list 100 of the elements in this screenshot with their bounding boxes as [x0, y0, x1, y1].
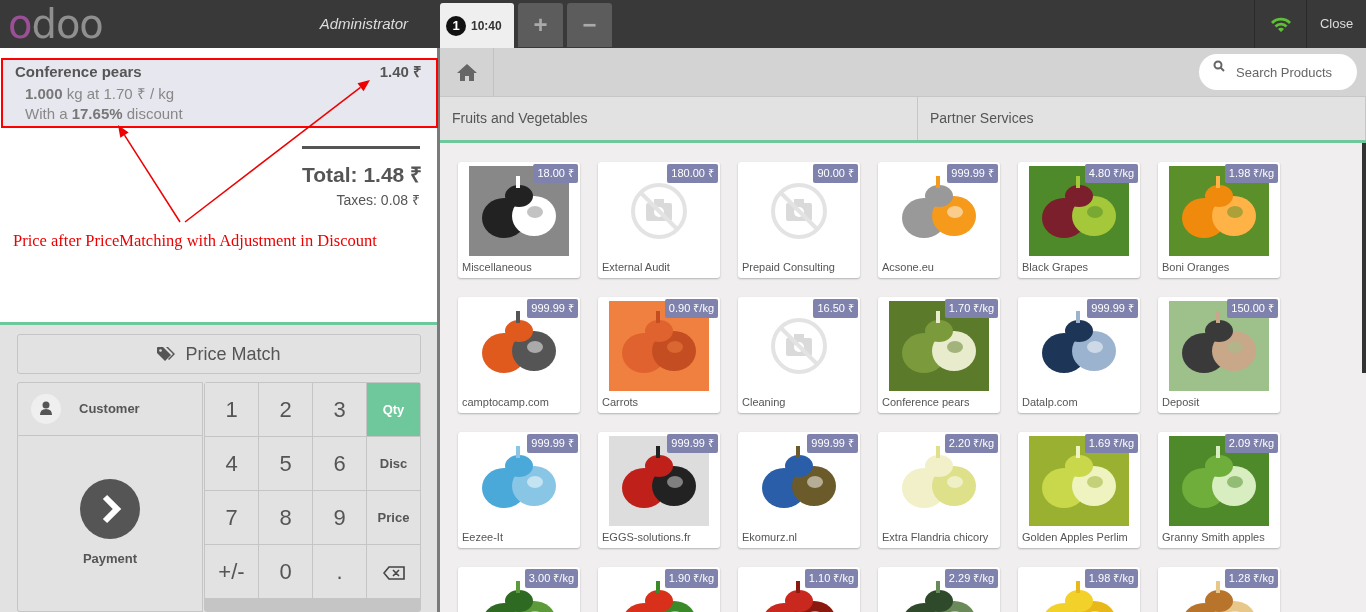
product-name: Miscellaneous [461, 260, 533, 275]
price-tag: 999.99 ₹ [527, 299, 578, 318]
wifi-icon [1269, 15, 1292, 33]
product-card[interactable]: 16.50 ₹ Cleaning [738, 297, 860, 413]
line-price: 1.40 ₹ [379, 62, 422, 82]
product-name: Acsone.eu [881, 260, 935, 275]
keypad-button[interactable]: 3 [313, 383, 366, 436]
product-name: Conference pears [881, 395, 971, 410]
product-card[interactable]: 18.00 ₹ Miscellaneous [458, 162, 580, 278]
price-match-button[interactable]: Price Match [17, 334, 421, 374]
price-tag: 16.50 ₹ [813, 299, 858, 318]
discount-info: With a 17.65% discount [25, 103, 184, 124]
keypad-button[interactable]: 1 [205, 383, 258, 436]
product-card[interactable]: 180.00 ₹ External Audit [598, 162, 720, 278]
order-taxes: Taxes: 0.08 ₹ [335, 191, 420, 210]
keypad-button[interactable]: 5 [259, 437, 312, 490]
product-card[interactable]: 999.99 ₹ Datalp.com [1018, 297, 1140, 413]
product-name: Ekomurz.nl [741, 530, 799, 545]
user-name: Administrator [319, 13, 408, 34]
price-tag: 999.99 ₹ [667, 434, 718, 453]
scrollbar[interactable] [1362, 143, 1366, 373]
next-icon [80, 478, 140, 539]
product-card[interactable]: 1.28 ₹/kg [1158, 567, 1280, 612]
product-card[interactable]: 999.99 ₹ EGGS-solutions.fr [598, 432, 720, 548]
price-tag: 1.10 ₹/kg [804, 569, 858, 588]
search-field[interactable]: Search Products [1199, 54, 1357, 90]
customer-button[interactable]: Customer [17, 382, 203, 436]
annotation-text: Price after PriceMatching with Adjustment in Discount [13, 230, 377, 252]
logo: odoo [7, 4, 103, 44]
no-image-icon [630, 181, 688, 240]
product-card[interactable]: 1.69 ₹/kg Golden Apples Perlim [1018, 432, 1140, 548]
product-name: Boni Oranges [1161, 260, 1231, 275]
price-tag: 1.98 ₹/kg [1224, 164, 1278, 183]
product-card[interactable]: 3.00 ₹/kg [458, 567, 580, 612]
product-card[interactable]: 2.20 ₹/kg Extra Flandria chicory [878, 432, 1000, 548]
product-name: camptocamp.com [461, 395, 550, 410]
product-card[interactable]: 0.90 ₹/kg Carrots [598, 297, 720, 413]
product-card[interactable]: 999.99 ₹ Ekomurz.nl [738, 432, 860, 548]
product-name: Extra Flandria chicory [881, 530, 990, 545]
payment-button[interactable]: Payment [17, 436, 203, 612]
product-name: Deposit [1161, 395, 1201, 410]
price-tag: 18.00 ₹ [533, 164, 578, 183]
product-card[interactable]: 2.09 ₹/kg Granny Smith apples [1158, 432, 1280, 548]
search-icon [1213, 60, 1225, 72]
keypad-button[interactable]: 2 [259, 383, 312, 436]
keypad-button[interactable]: . [313, 545, 366, 598]
product-name: Golden Apples Perlim [1021, 530, 1129, 545]
price-tag: 180.00 ₹ [667, 164, 718, 183]
person-icon [31, 394, 61, 424]
price-tag: 999.99 ₹ [807, 434, 858, 453]
order-tab[interactable]: 1 10:40 [440, 3, 514, 48]
price-tag: 150.00 ₹ [1227, 299, 1278, 318]
price-tag: 2.20 ₹/kg [944, 434, 998, 453]
keypad-button[interactable]: 4 [205, 437, 258, 490]
price-tag: 90.00 ₹ [813, 164, 858, 183]
keypad-button[interactable]: 7 [205, 491, 258, 544]
keypad-button[interactable]: 0 [259, 545, 312, 598]
price-tag: 0.90 ₹/kg [664, 299, 718, 318]
product-card[interactable]: 4.80 ₹/kg Black Grapes [1018, 162, 1140, 278]
keypad-button[interactable]: 6 [313, 437, 366, 490]
product-name: Conference pears [15, 62, 142, 82]
product-card[interactable]: 150.00 ₹ Deposit [1158, 297, 1280, 413]
product-card[interactable]: 1.70 ₹/kg Conference pears [878, 297, 1000, 413]
price-tag: 1.70 ₹/kg [944, 299, 998, 318]
product-name: EGGS-solutions.fr [601, 530, 692, 545]
product-card[interactable]: 1.98 ₹/kg [1018, 567, 1140, 612]
price-tag: 2.09 ₹/kg [1224, 434, 1278, 453]
product-name: Prepaid Consulting [741, 260, 836, 275]
product-card[interactable]: 999.99 ₹ Eezee-It [458, 432, 580, 548]
product-name: External Audit [601, 260, 671, 275]
price-tag: 1.69 ₹/kg [1084, 434, 1138, 453]
keypad-button[interactable]: 8 [259, 491, 312, 544]
product-name: Carrots [601, 395, 640, 410]
backspace-button[interactable] [367, 545, 420, 598]
product-card[interactable]: 90.00 ₹ Prepaid Consulting [738, 162, 860, 278]
quantity-info: 1.000 kg at 1.70 ₹ / kg [25, 83, 176, 104]
product-name: Eezee-It [461, 530, 504, 545]
mode-button[interactable]: Price [367, 491, 420, 544]
price-tag: 4.80 ₹/kg [1084, 164, 1138, 183]
product-name: Granny Smith apples [1161, 530, 1266, 545]
price-tag: 1.98 ₹/kg [1084, 569, 1138, 588]
product-card[interactable]: 999.99 ₹ camptocamp.com [458, 297, 580, 413]
no-image-icon [770, 181, 828, 240]
order-time: 10:40 [471, 17, 502, 35]
product-card[interactable]: 1.90 ₹/kg [598, 567, 720, 612]
mode-button[interactable]: Disc [367, 437, 420, 490]
product-card[interactable]: 1.10 ₹/kg [738, 567, 860, 612]
price-tag: 2.29 ₹/kg [944, 569, 998, 588]
price-tag: 999.99 ₹ [1087, 299, 1138, 318]
product-card[interactable]: 999.99 ₹ Acsone.eu [878, 162, 1000, 278]
product-card[interactable]: 1.98 ₹/kg Boni Oranges [1158, 162, 1280, 278]
product-card[interactable]: 2.29 ₹/kg [878, 567, 1000, 612]
keypad-button[interactable]: 9 [313, 491, 366, 544]
price-tag: 3.00 ₹/kg [524, 569, 578, 588]
tag-icon [157, 346, 178, 362]
price-tag: 1.90 ₹/kg [664, 569, 718, 588]
price-tag: 1.28 ₹/kg [1224, 569, 1278, 588]
product-name: Datalp.com [1021, 395, 1079, 410]
price-tag: 999.99 ₹ [947, 164, 998, 183]
keypad-button[interactable]: +/- [205, 545, 258, 598]
